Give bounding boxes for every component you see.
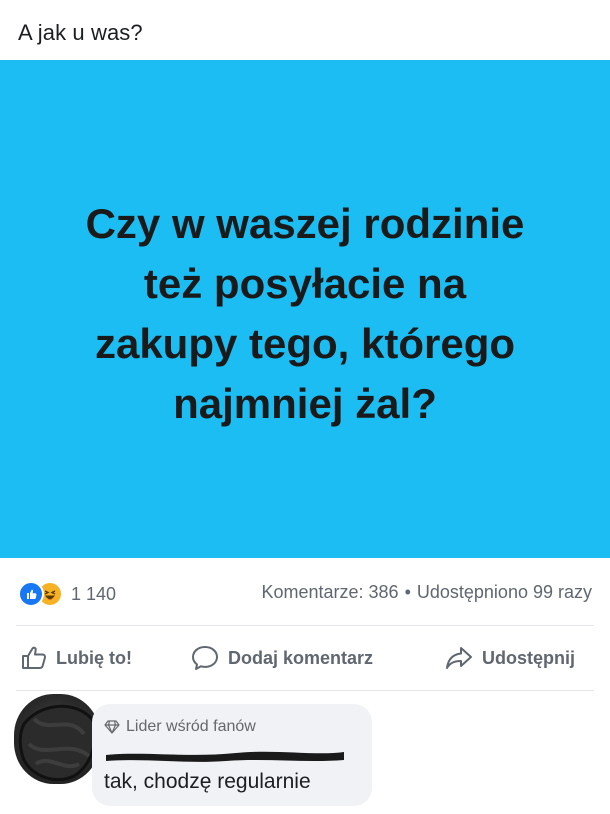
engagement-stats: Komentarze: 386 • Udostępniono 99 razy — [261, 582, 592, 603]
comments-count[interactable]: Komentarze: 386 — [261, 582, 398, 602]
like-button[interactable]: Lubię to! — [20, 641, 132, 675]
post-stats: 1 140 Komentarze: 386 • Udostępniono 99 ra… — [0, 575, 610, 611]
comment-button[interactable]: Dodaj komentarz — [190, 641, 373, 675]
like-icon — [18, 581, 44, 607]
comment-bubble: Lider wśród fanów tak, chodzę regularnie — [92, 704, 372, 806]
post-image-line: zakupy tego, którego — [94, 320, 516, 367]
comment-label: Dodaj komentarz — [228, 647, 374, 668]
post-image[interactable]: Czy w waszej rodzinie też posyłacie na z… — [0, 60, 610, 558]
share-label: Udostępnij — [482, 647, 575, 668]
fan-badge-label: Lider wśród fanów — [126, 718, 256, 735]
fan-badge: Lider wśród fanów — [104, 718, 256, 736]
share-arrow-icon — [446, 647, 472, 669]
post-image-line: też posyłacie na — [143, 260, 467, 307]
shares-count[interactable]: Udostępniono 99 razy — [417, 582, 592, 602]
reactions-summary[interactable]: 1 140 — [18, 581, 116, 607]
post-action-bar: Lubię to! Dodaj komentarz Udostępnij — [0, 633, 610, 683]
diamond-icon — [104, 720, 120, 734]
comment: Lider wśród fanów tak, chodzę regularnie — [0, 690, 610, 814]
author-name-redaction — [106, 751, 344, 762]
reaction-count: 1 140 — [71, 583, 117, 604]
speech-bubble-icon — [192, 646, 218, 670]
divider — [16, 625, 594, 626]
share-button[interactable]: Udostępnij — [444, 641, 575, 675]
avatar[interactable] — [14, 694, 100, 784]
stats-separator: • — [404, 582, 411, 602]
comment-text: tak, chodzę regularnie — [104, 770, 311, 793]
like-label: Lubię to! — [56, 647, 132, 668]
post-image-line: najmniej żal? — [173, 380, 437, 427]
post-image-text: Czy w waszej rodzinie też posyłacie na z… — [45, 194, 565, 434]
post-caption: A jak u was? — [18, 20, 143, 45]
post-image-line: Czy w waszej rodzinie — [85, 200, 525, 247]
thumbs-up-icon — [22, 646, 47, 669]
